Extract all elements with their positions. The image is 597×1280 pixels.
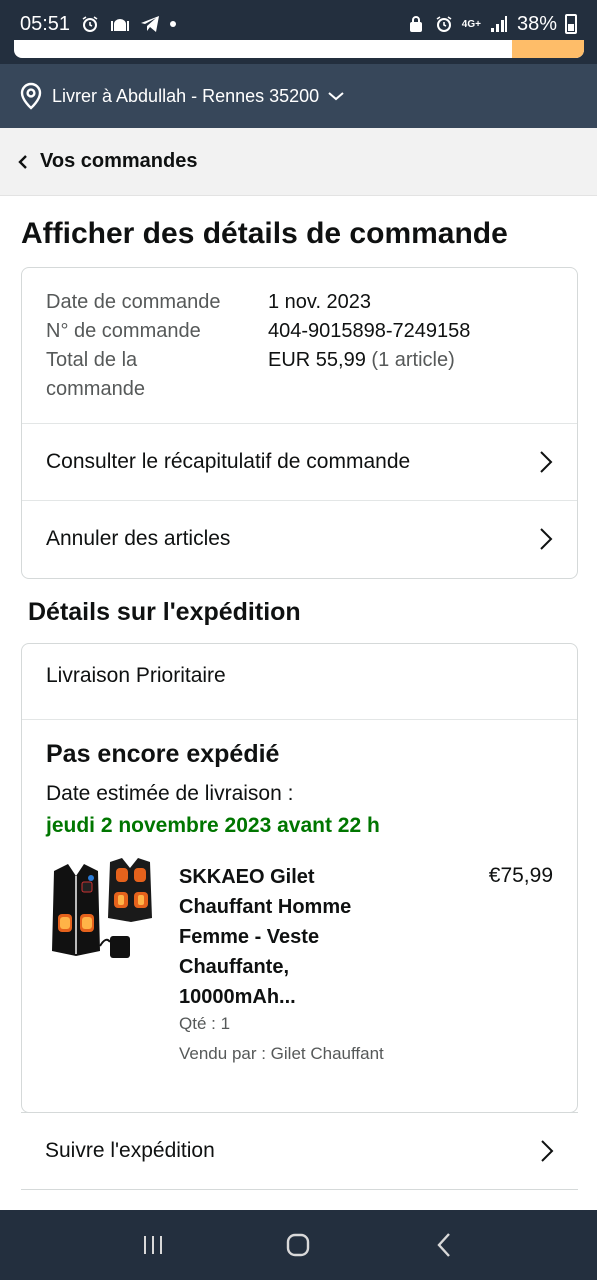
lock-icon bbox=[406, 14, 426, 34]
home-button[interactable] bbox=[268, 1220, 328, 1270]
order-total-label: Total de la commande bbox=[46, 346, 268, 404]
track-shipment-label: Suivre l'expédition bbox=[45, 1139, 215, 1162]
order-total-value: EUR 55,99 (1 article) bbox=[268, 346, 455, 404]
back-label: Vos commandes bbox=[40, 150, 198, 172]
alarm-icon bbox=[80, 14, 100, 34]
order-total-row: Total de la commande EUR 55,99 (1 articl… bbox=[46, 346, 470, 404]
status-time: 05:51 bbox=[20, 12, 71, 35]
order-number-row: N° de commande 404-9015898-7249158 bbox=[46, 317, 470, 346]
delivery-estimate-date: jeudi 2 novembre 2023 avant 22 h bbox=[46, 814, 380, 837]
system-navigation-bar bbox=[0, 1210, 597, 1280]
track-shipment-row[interactable]: Suivre l'expédition bbox=[21, 1112, 578, 1190]
recent-apps-icon bbox=[143, 1236, 162, 1254]
cancel-items-label: Annuler des articles bbox=[46, 527, 231, 550]
chevron-left-icon bbox=[18, 154, 27, 169]
mosque-icon bbox=[110, 14, 130, 34]
back-to-orders[interactable]: Vos commandes bbox=[0, 128, 597, 196]
order-total-items: (1 article) bbox=[371, 349, 455, 371]
order-number-label: N° de commande bbox=[46, 320, 201, 342]
location-pin-icon bbox=[20, 82, 42, 110]
search-input[interactable] bbox=[14, 40, 584, 58]
recent-apps-button[interactable] bbox=[123, 1220, 183, 1270]
view-order-summary-label: Consulter le récapitulatif de commande bbox=[46, 450, 411, 473]
alarm-icon bbox=[434, 14, 454, 34]
chevron-down-icon bbox=[328, 92, 344, 101]
shipment-card: Livraison Prioritaire Pas encore expédié… bbox=[21, 643, 578, 1113]
deliver-location-bar[interactable]: Livrer à Abdullah - Rennes 35200 bbox=[0, 64, 597, 128]
product-seller: Vendu par : Gilet Chauffant bbox=[179, 1044, 384, 1063]
back-icon bbox=[437, 1233, 451, 1257]
order-total-label-line1: Total de la bbox=[46, 349, 138, 371]
signal-icon bbox=[489, 14, 509, 34]
view-order-summary-row[interactable]: Consulter le récapitulatif de commande bbox=[22, 423, 577, 500]
product-title[interactable]: SKKAEO Gilet Chauffant Homme Femme - Ves… bbox=[179, 862, 399, 1012]
product-quantity: Qté : 1 bbox=[179, 1014, 231, 1033]
chevron-right-icon bbox=[541, 1140, 554, 1162]
order-date-value: 1 nov. 2023 bbox=[268, 291, 372, 313]
page-title: Afficher des détails de commande bbox=[21, 217, 508, 250]
order-date-label: Date de commande bbox=[46, 291, 221, 313]
chevron-right-icon bbox=[540, 451, 553, 473]
product-price: €75,99 bbox=[488, 864, 553, 887]
order-number-value: 404-9015898-7249158 bbox=[268, 320, 471, 342]
notification-dot bbox=[170, 21, 177, 27]
deliver-label: Livrer à Abdullah - Rennes 35200 bbox=[52, 85, 320, 106]
shipping-method: Livraison Prioritaire bbox=[46, 664, 226, 687]
search-button[interactable] bbox=[512, 40, 584, 58]
telegram-icon bbox=[140, 14, 160, 34]
network-icon: 4G+ bbox=[461, 18, 481, 30]
shipping-section-title: Détails sur l'expédition bbox=[28, 598, 301, 626]
delivery-estimate-label: Date estimée de livraison : bbox=[46, 782, 294, 805]
divider bbox=[22, 719, 577, 720]
order-summary-card: Date de commande 1 nov. 2023 N° de comma… bbox=[21, 267, 578, 579]
back-button[interactable] bbox=[414, 1220, 474, 1270]
battery-text: 38% bbox=[516, 12, 557, 35]
battery-icon bbox=[565, 14, 577, 34]
chevron-right-icon bbox=[540, 528, 553, 550]
order-total-amount: EUR 55,99 bbox=[268, 349, 366, 371]
product-image[interactable] bbox=[46, 856, 156, 971]
shipment-status: Pas encore expédié bbox=[46, 740, 280, 768]
cancel-items-row[interactable]: Annuler des articles bbox=[22, 500, 577, 577]
order-date-row: Date de commande 1 nov. 2023 bbox=[46, 288, 470, 317]
home-icon bbox=[287, 1233, 310, 1257]
order-total-label-line2: commande bbox=[46, 378, 145, 400]
order-info: Date de commande 1 nov. 2023 N° de comma… bbox=[46, 288, 470, 404]
